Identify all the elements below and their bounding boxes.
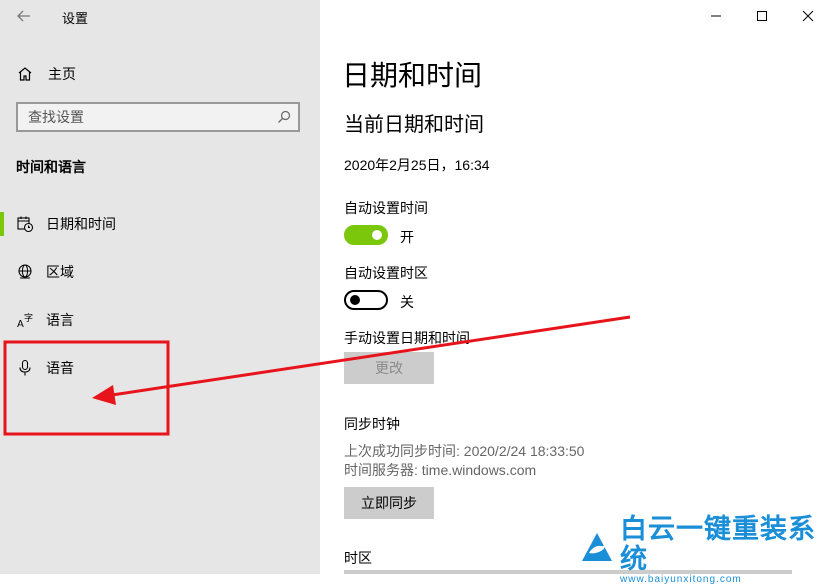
svg-text:A: A: [17, 319, 24, 329]
language-icon: A字: [16, 311, 34, 330]
calendar-clock-icon: [16, 215, 34, 233]
section-title: 时间和语言: [16, 159, 86, 175]
sidebar-item-home[interactable]: 主页: [16, 62, 76, 86]
auto-timezone-state: 关: [400, 294, 414, 310]
time-server-text: 时间服务器: time.windows.com: [344, 462, 537, 478]
sidebar-item-speech[interactable]: 语音: [0, 350, 320, 386]
watermark-sub: www.baiyunxitong.com: [620, 574, 742, 585]
sidebar-item-language[interactable]: A字 语言: [0, 302, 320, 338]
watermark: 白云一键重装系统 www.baiyunxitong.com: [580, 514, 830, 585]
sidebar: 设置 主页 时间和语言 日期和时间 区域 A字 语言 语音: [0, 0, 320, 574]
watermark-text: 白云一键重装系统 www.baiyunxitong.com: [620, 514, 830, 586]
bird-logo-icon: [580, 531, 614, 570]
page-title: 日期和时间: [342, 60, 483, 91]
sidebar-item-label: 语音: [46, 360, 74, 376]
sync-now-button[interactable]: 立即同步: [344, 487, 434, 519]
change-button[interactable]: 更改: [344, 352, 434, 384]
svg-text:字: 字: [24, 312, 33, 324]
auto-time-label: 自动设置时间: [344, 200, 428, 216]
app-title: 设置: [62, 11, 89, 26]
search-box[interactable]: [16, 102, 300, 132]
globe-icon: [16, 263, 34, 281]
sidebar-item-date-time[interactable]: 日期和时间: [0, 206, 320, 242]
sync-clock-title: 同步时钟: [344, 416, 400, 432]
sidebar-item-label: 日期和时间: [46, 216, 116, 232]
home-label: 主页: [48, 66, 76, 82]
main-content: 日期和时间 当前日期和时间 2020年2月25日，16:34 自动设置时间 开 …: [320, 0, 831, 574]
current-section-title: 当前日期和时间: [344, 114, 484, 136]
close-icon[interactable]: [785, 0, 831, 32]
sidebar-item-label: 区域: [46, 264, 74, 280]
manual-datetime-label: 手动设置日期和时间: [344, 330, 470, 346]
window-controls: [693, 0, 831, 32]
maximize-icon[interactable]: [739, 0, 785, 32]
sidebar-item-label: 语言: [46, 312, 74, 328]
minimize-icon[interactable]: [693, 0, 739, 32]
watermark-main: 白云一键重装系统: [620, 514, 816, 574]
timezone-label: 时区: [344, 550, 372, 566]
search-input[interactable]: [18, 109, 276, 125]
home-icon: [16, 65, 34, 83]
sidebar-item-region[interactable]: 区域: [0, 254, 320, 290]
auto-timezone-label: 自动设置时区: [344, 265, 428, 281]
search-icon[interactable]: [276, 109, 292, 125]
back-arrow-icon[interactable]: [14, 6, 34, 26]
current-datetime: 2020年2月25日，16:34: [344, 157, 490, 173]
auto-timezone-toggle[interactable]: [344, 290, 388, 310]
microphone-icon: [16, 359, 34, 377]
auto-time-toggle[interactable]: [344, 225, 388, 245]
toggle-knob: [350, 295, 360, 305]
auto-time-state: 开: [400, 229, 414, 245]
toggle-knob: [372, 230, 382, 240]
last-sync-text: 上次成功同步时间: 2020/2/24 18:33:50: [344, 443, 585, 459]
